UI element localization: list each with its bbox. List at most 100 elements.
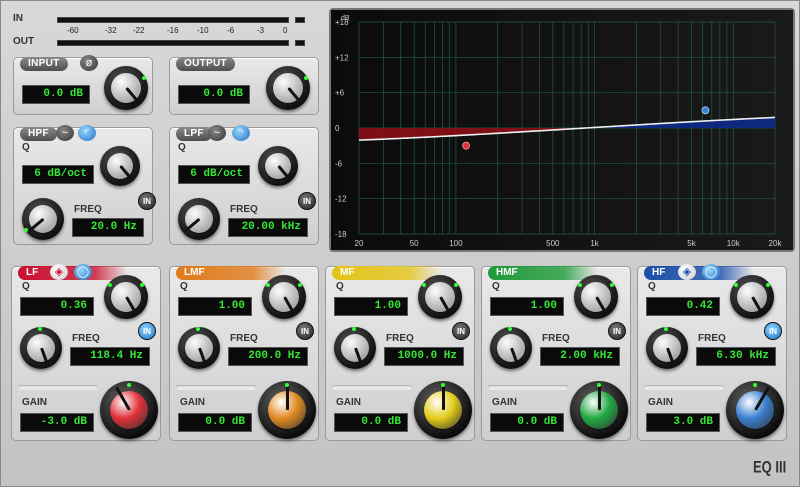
band-q-display[interactable]: 1.00 [178,297,252,316]
lpf-shape-icon[interactable]: ~ [208,125,226,141]
band-q-knob[interactable] [574,275,618,319]
band-freq-knob[interactable] [490,327,532,369]
band-q-knob[interactable] [418,275,462,319]
band-gain-knob[interactable] [726,381,784,439]
hpf-q-display[interactable]: 6 dB/oct [22,165,94,184]
db-tick-label: -6 [335,159,343,168]
input-gain-knob[interactable] [104,66,148,110]
band-gain-knob[interactable] [258,381,316,439]
band-freq-label: FREQ [386,333,414,344]
out-clip-indicator[interactable] [295,40,305,46]
band-title: HF [644,266,754,280]
db-tick-label: +12 [335,53,349,62]
band-q-knob[interactable] [730,275,774,319]
hpf-title: HPF [20,127,57,141]
band-gain-display[interactable]: 3.0 dB [646,413,720,432]
band-gain-label: GAIN [180,397,205,408]
band-freq-knob[interactable] [20,327,62,369]
hpf-in-button[interactable]: IN [138,192,156,210]
input-gain-display[interactable]: 0.0 dB [22,85,90,104]
band-gain-display[interactable]: 0.0 dB [490,413,564,432]
meter-scale-tick: -60 [67,26,79,35]
band-shape-bell-icon[interactable]: ◈ [678,264,696,280]
band-shape-shelf-icon[interactable]: ◯ [74,264,92,280]
freq-tick-label: 1k [590,239,599,248]
db-tick-label: +6 [335,89,345,98]
meter-scale-tick: -32 [105,26,117,35]
hpf-q-knob[interactable] [100,146,140,186]
band-freq-knob[interactable] [334,327,376,369]
lpf-q-knob[interactable] [258,146,298,186]
band-gain-display[interactable]: 0.0 dB [178,413,252,432]
band-freq-display[interactable]: 1000.0 Hz [384,347,464,366]
band-gain-display[interactable]: -3.0 dB [20,413,94,432]
band-freq-display[interactable]: 6.30 kHz [696,347,776,366]
band-divider [18,385,98,390]
band-in-button[interactable]: IN [608,322,626,340]
band-q-knob[interactable] [104,275,148,319]
db-unit-label: dB [341,15,350,22]
band-gain-knob[interactable] [414,381,472,439]
band-freq-label: FREQ [698,333,726,344]
band-shape-bell-icon[interactable]: ◈ [50,264,68,280]
lf-band-handle[interactable] [462,141,470,150]
band-title: LF [18,266,128,280]
lpf-q-display[interactable]: 6 dB/oct [178,165,250,184]
hf-band-handle[interactable] [701,106,710,115]
db-tick-label: -12 [335,195,347,204]
freq-tick-label: 100 [449,239,463,248]
band-title: MF [332,266,442,280]
eq-response-graph[interactable]: +18 +12 +6 0 -6 -12 -18 dB 20 50 100 500 1k 5k 10k 20k [329,8,795,252]
lpf-freq-knob[interactable] [178,198,220,240]
band-q-display[interactable]: 0.42 [646,297,720,316]
out-meter-label: OUT [13,36,35,47]
hpf-shape-icon[interactable]: ~ [56,125,74,141]
band-in-button[interactable]: IN [138,322,156,340]
band-in-button[interactable]: IN [452,322,470,340]
freq-tick-label: 5k [687,239,696,248]
band-freq-label: FREQ [230,333,258,344]
hpf-slope-icon[interactable]: ◜ [78,125,96,141]
lpf-slope-icon[interactable]: ◝ [232,125,250,141]
meter-scale-tick: -16 [167,26,179,35]
band-q-display[interactable]: 1.00 [334,297,408,316]
band-in-button[interactable]: IN [296,322,314,340]
band-in-button[interactable]: IN [764,322,782,340]
band-shape-shelf-icon[interactable]: ◯ [702,264,720,280]
freq-tick-label: 500 [546,239,560,248]
lpf-freq-display[interactable]: 20.00 kHz [228,218,308,237]
band-freq-display[interactable]: 2.00 kHz [540,347,620,366]
lpf-in-button[interactable]: IN [298,192,316,210]
band-q-display[interactable]: 0.36 [20,297,94,316]
lpf-title: LPF [176,127,212,141]
band-gain-display[interactable]: 0.0 dB [334,413,408,432]
band-gain-knob[interactable] [100,381,158,439]
meter-scale-tick: -6 [227,26,235,35]
band-panel-mf: MF Q 1.00 IN FREQ 1000.0 Hz GAIN 0.0 dB [325,266,475,441]
band-panel-hf: HF ◈ ◯ Q 0.42 IN FREQ 6.30 kHz GAIN 3.0 … [637,264,787,441]
phase-invert-icon[interactable]: ø [80,55,98,71]
meter-scale-tick: -10 [197,26,209,35]
band-freq-display[interactable]: 200.0 Hz [228,347,308,366]
band-q-display[interactable]: 1.00 [490,297,564,316]
band-freq-knob[interactable] [646,327,688,369]
band-q-label: Q [180,281,188,292]
band-gain-knob[interactable] [570,381,628,439]
band-q-label: Q [648,281,656,292]
meter-section: IN -60 -32 -22 -16 -10 -6 -3 0 OUT [9,9,319,49]
in-meter [57,17,289,23]
product-logo: EQ III [753,456,787,477]
band-freq-display[interactable]: 118.4 Hz [70,347,150,366]
band-q-label: Q [22,281,30,292]
hpf-freq-knob[interactable] [22,198,64,240]
band-q-knob[interactable] [262,275,306,319]
db-tick-label: 0 [335,124,340,133]
band-divider [488,385,568,390]
in-clip-indicator[interactable] [295,17,305,23]
hpf-freq-display[interactable]: 20.0 Hz [72,218,144,237]
output-gain-knob[interactable] [266,66,310,110]
band-q-label: Q [492,281,500,292]
output-gain-display[interactable]: 0.0 dB [178,85,250,104]
output-title: OUTPUT [176,57,235,71]
band-freq-knob[interactable] [178,327,220,369]
